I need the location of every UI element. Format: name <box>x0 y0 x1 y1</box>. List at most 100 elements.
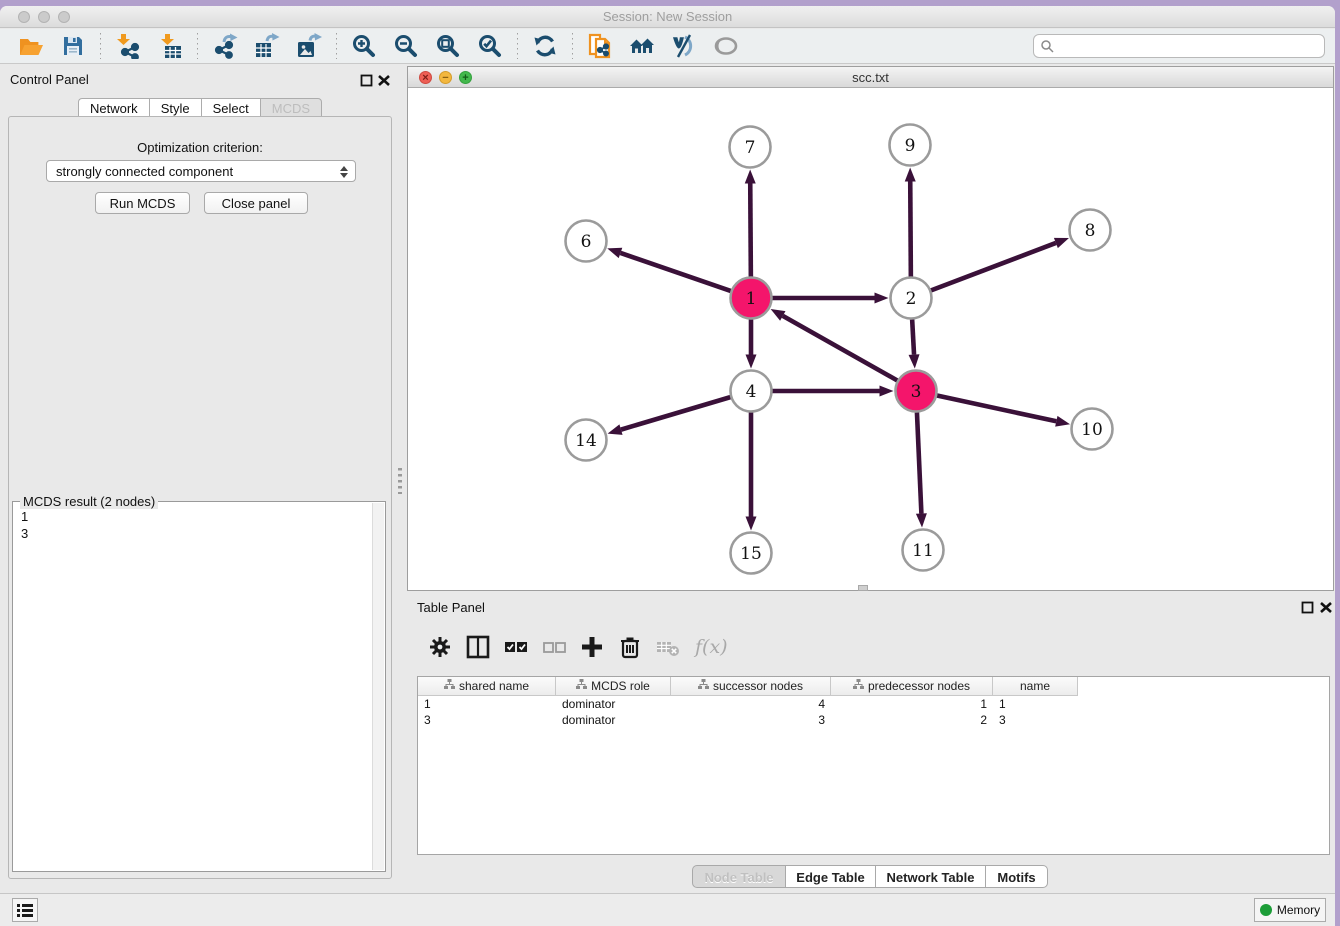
export-image-icon[interactable] <box>296 33 322 59</box>
table-cell[interactable]: 1 <box>418 696 556 712</box>
column-header-MCDS-role[interactable]: MCDS role <box>556 677 671 696</box>
export-network-icon[interactable] <box>212 33 238 59</box>
tab-style[interactable]: Style <box>149 98 201 117</box>
style-brush-icon[interactable] <box>671 33 697 59</box>
table-cell[interactable]: 3 <box>418 712 556 728</box>
zoom-in-icon[interactable] <box>351 33 377 59</box>
node-label-14: 14 <box>575 431 597 451</box>
tab-edge-table[interactable]: Edge Table <box>785 865 875 888</box>
task-history-button[interactable] <box>12 898 38 922</box>
edge-4-14[interactable] <box>621 397 730 429</box>
select-all-icon[interactable] <box>503 634 529 660</box>
edge-3-10[interactable] <box>937 396 1056 422</box>
column-label: MCDS role <box>591 679 650 693</box>
arrowhead-icon <box>608 424 623 435</box>
toolbar-separator <box>336 33 337 59</box>
titlebar: Session: New Session <box>0 6 1335 28</box>
column-label: name <box>1020 679 1050 693</box>
close-panel-button[interactable]: Close panel <box>204 192 308 214</box>
memory-button[interactable]: Memory <box>1254 898 1326 922</box>
node-label-1: 1 <box>746 289 757 309</box>
float-panel-icon[interactable] <box>360 74 373 87</box>
result-line: 3 <box>21 525 28 542</box>
column-header-successor-nodes[interactable]: successor nodes <box>671 677 831 696</box>
edge-2-9[interactable] <box>910 181 911 276</box>
import-network-icon[interactable] <box>115 33 141 59</box>
tab-network-table[interactable]: Network Table <box>875 865 985 888</box>
zoom-fit-icon[interactable] <box>435 33 461 59</box>
home-networks-icon[interactable] <box>629 33 655 59</box>
node-label-15: 15 <box>740 544 762 564</box>
tab-network[interactable]: Network <box>78 98 149 117</box>
close-panel-icon[interactable] <box>377 74 391 87</box>
table-cell[interactable]: dominator <box>556 696 671 712</box>
deselect-all-icon[interactable] <box>541 634 567 660</box>
arrowhead-icon <box>1054 238 1069 248</box>
save-session-icon[interactable] <box>60 33 86 59</box>
table-cell[interactable]: 3 <box>993 712 1078 728</box>
export-table-icon[interactable] <box>254 33 280 59</box>
column-header-name[interactable]: name <box>993 677 1078 696</box>
arrowhead-icon <box>905 167 916 181</box>
table-tabs: Node Table Edge Table Network Table Moti… <box>692 865 1048 888</box>
table-cell[interactable]: 2 <box>831 712 993 728</box>
table-row[interactable]: 1dominator411 <box>418 696 1329 712</box>
column-header-predecessor-nodes[interactable]: predecessor nodes <box>831 677 993 696</box>
mcds-result-title: MCDS result (2 nodes) <box>20 494 158 509</box>
table-cell[interactable]: dominator <box>556 712 671 728</box>
control-panel-title: Control Panel <box>10 72 89 87</box>
arrowhead-icon <box>745 169 756 183</box>
zoom-out-icon[interactable] <box>393 33 419 59</box>
add-column-icon[interactable] <box>579 634 605 660</box>
table-cell[interactable]: 1 <box>993 696 1078 712</box>
edge-2-8[interactable] <box>931 243 1056 290</box>
table-panel: Table Panel f(x) share <box>407 595 1334 891</box>
node-table: shared name MCDS role successor nodesprede… <box>417 676 1330 855</box>
table-options-gear-icon[interactable] <box>427 634 453 660</box>
import-table-icon[interactable] <box>157 33 183 59</box>
arrowhead-icon <box>1055 416 1070 427</box>
edge-1-6[interactable] <box>620 253 730 291</box>
tab-mcds[interactable]: MCDS <box>260 98 322 117</box>
open-session-icon[interactable] <box>18 33 44 59</box>
table-panel-title: Table Panel <box>417 600 485 615</box>
tab-motifs[interactable]: Motifs <box>985 865 1048 888</box>
table-cell[interactable]: 1 <box>831 696 993 712</box>
splitter-handle[interactable] <box>858 585 868 591</box>
optimization-criterion-label: Optimization criterion: <box>9 140 391 155</box>
splitter-handle[interactable] <box>398 468 402 494</box>
close-table-panel-icon[interactable] <box>1319 601 1333 614</box>
control-panel-tabs: Network Style Select MCDS <box>78 98 322 117</box>
delete-column-icon[interactable] <box>617 634 643 660</box>
clone-network-icon[interactable] <box>587 33 613 59</box>
node-label-10: 10 <box>1081 420 1103 440</box>
show-graphics-details-icon[interactable] <box>713 33 739 59</box>
table-cell[interactable]: 3 <box>671 712 831 728</box>
table-row[interactable]: 3dominator323 <box>418 712 1329 728</box>
toolbar-separator <box>517 33 518 59</box>
network-canvas[interactable]: 1234678910111415 <box>408 88 1333 590</box>
search-input[interactable] <box>1055 36 1324 56</box>
table-cell[interactable]: 4 <box>671 696 831 712</box>
edge-3-11[interactable] <box>917 412 921 513</box>
result-line: 1 <box>21 508 28 525</box>
tab-node-table[interactable]: Node Table <box>692 865 785 888</box>
result-scrollbar[interactable] <box>372 503 384 870</box>
edge-1-7[interactable] <box>750 183 751 276</box>
sort-hierarchy-icon <box>698 679 709 693</box>
refresh-layout-icon[interactable] <box>532 33 558 59</box>
criterion-dropdown[interactable]: strongly connected component <box>46 160 356 182</box>
network-view-title: scc.txt <box>408 70 1333 85</box>
edge-2-3[interactable] <box>912 319 914 354</box>
float-table-panel-icon[interactable] <box>1301 601 1314 614</box>
zoom-selected-icon[interactable] <box>477 33 503 59</box>
run-mcds-button[interactable]: Run MCDS <box>95 192 190 214</box>
tab-select[interactable]: Select <box>201 98 260 117</box>
edge-3-1[interactable] <box>783 316 897 381</box>
delete-table-icon <box>655 634 681 660</box>
show-columns-icon[interactable] <box>465 634 491 660</box>
column-label: shared name <box>459 679 529 693</box>
arrowhead-icon <box>746 517 757 531</box>
column-header-shared-name[interactable]: shared name <box>418 677 556 696</box>
node-label-7: 7 <box>745 138 756 158</box>
